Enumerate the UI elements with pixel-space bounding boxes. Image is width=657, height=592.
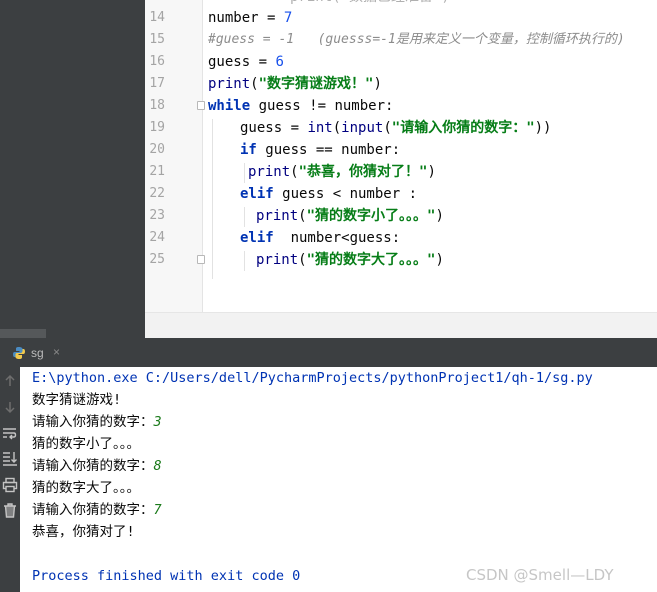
code-token: =	[250, 54, 276, 70]
line-number: 19	[149, 120, 165, 135]
code-token: 7	[283, 10, 293, 26]
console-input: 3	[153, 414, 162, 430]
code-line[interactable]: while guess != number:	[208, 95, 393, 117]
indent-guide	[212, 119, 213, 279]
code-token: guess != number:	[250, 98, 394, 114]
code-line[interactable]: elif guess < number :	[240, 183, 417, 205]
code-token: guess =	[240, 120, 308, 136]
line-number: 22	[149, 186, 165, 201]
code-token: guess	[208, 54, 251, 70]
console-prompt-line: 请输入你猜的数字：7	[32, 499, 162, 521]
run-tab-label: sg	[31, 346, 44, 360]
line-number: 14	[149, 10, 165, 25]
code-token: elif	[240, 230, 274, 246]
close-icon[interactable]: ×	[53, 344, 60, 360]
code-token: if	[240, 142, 257, 158]
code-line[interactable]: number = 7	[208, 7, 292, 29]
code-token: =	[258, 10, 284, 26]
indent-guide	[244, 207, 245, 227]
code-token: print	[248, 164, 291, 180]
code-token: "请输入你猜的数字："	[391, 120, 535, 136]
code-token: while	[208, 98, 251, 114]
scroll-to-end-icon[interactable]	[2, 450, 18, 466]
console-input: 8	[153, 458, 162, 474]
code-line[interactable]: print("猜的数字大了。。。")	[256, 249, 444, 271]
console-prompt: 请输入你猜的数字：	[32, 502, 154, 518]
print-icon[interactable]	[2, 477, 18, 493]
indent-guide	[244, 251, 245, 271]
code-token: print	[256, 208, 299, 224]
console-prompt-line: 请输入你猜的数字：8	[32, 455, 162, 477]
horizontal-scrollbar[interactable]	[0, 329, 46, 338]
code-line[interactable]: print("恭喜，你猜对了！")	[248, 161, 436, 183]
console-process-finished: Process finished with exit code 0	[32, 568, 301, 584]
console-prompt-line: 请输入你猜的数字：3	[32, 411, 162, 433]
code-token: guess == number:	[256, 142, 401, 158]
line-number: 17	[149, 76, 165, 91]
console-output-line: 猜的数字大了。。。	[32, 480, 140, 496]
code-line[interactable]: print("数字猜谜游戏！")	[208, 73, 382, 95]
console-prompt: 请输入你猜的数字：	[32, 458, 154, 474]
code-line[interactable]: if guess == number:	[240, 139, 400, 161]
code-token: guess < number :	[273, 186, 418, 202]
code-token: print	[256, 252, 299, 268]
line-number: 21	[149, 164, 165, 179]
trash-icon[interactable]	[2, 502, 18, 518]
project-panel	[0, 0, 145, 338]
console-prompt: 请输入你猜的数字：	[32, 414, 154, 430]
line-number: 16	[149, 54, 165, 69]
code-line[interactable]: guess = int(input("请输入你猜的数字："))	[240, 117, 551, 139]
up-arrow-icon[interactable]	[2, 373, 18, 389]
code-token: number<guess:	[273, 230, 401, 246]
code-token: "猜的数字小了。。。"	[306, 208, 436, 224]
code-line[interactable]: elif number<guess:	[240, 227, 400, 249]
line-number: 20	[149, 142, 165, 157]
fold-marker[interactable]	[197, 101, 205, 110]
down-arrow-icon[interactable]	[2, 399, 18, 415]
line-number: 24	[149, 230, 165, 245]
line-number: 18	[149, 98, 165, 113]
code-line-comment[interactable]: #guess = -1 (guesss=-1是用来定义一个变量，控制循环执行的)	[208, 29, 625, 51]
code-token: "猜的数字大了。。。"	[306, 252, 436, 268]
console-output-line: 猜的数字小了。。。	[32, 436, 140, 452]
watermark: CSDN @Smell—LDY	[466, 566, 614, 584]
code-token: elif	[240, 186, 274, 202]
console-output-line: 数字猜谜游戏!	[32, 392, 122, 408]
fold-marker[interactable]	[197, 255, 205, 264]
line-number: 15	[149, 32, 165, 47]
line-number: 23	[149, 208, 165, 223]
python-icon	[13, 347, 25, 359]
console-input: 7	[153, 502, 162, 518]
code-token: input	[341, 120, 384, 136]
editor-bottom-area	[145, 312, 657, 338]
console-command-line: E:\python.exe C:/Users/dell/PycharmProje…	[32, 370, 593, 386]
code-token: 6	[275, 54, 284, 70]
code-token: "恭喜，你猜对了！"	[298, 164, 428, 180]
code-line[interactable]: print("猜的数字小了。。。")	[256, 205, 444, 227]
run-tool-window-header	[0, 338, 657, 367]
soft-wrap-icon[interactable]	[2, 425, 18, 441]
code-line-partial: print("数据已经准备")	[290, 0, 450, 8]
code-token: print	[208, 76, 251, 92]
code-line[interactable]: guess = 6	[208, 51, 284, 73]
line-number: 25	[149, 252, 165, 267]
code-token: "数字猜谜游戏！"	[258, 76, 374, 92]
code-token: int	[307, 120, 333, 136]
gutter-separator	[202, 0, 203, 312]
indent-guide	[244, 163, 245, 183]
code-token: number	[208, 10, 259, 26]
console-output-line: 恭喜，你猜对了!	[32, 524, 135, 540]
